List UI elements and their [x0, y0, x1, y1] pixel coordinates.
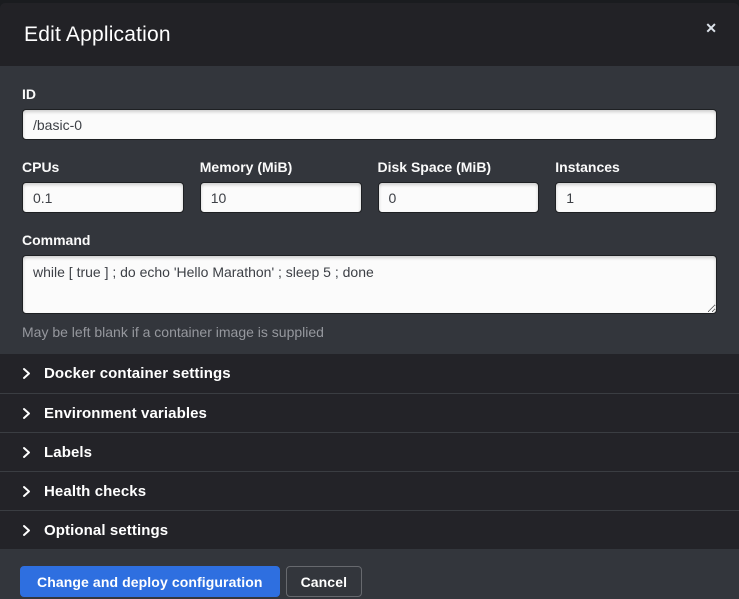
cpus-input[interactable] [22, 182, 184, 213]
id-field-group: ID [22, 86, 717, 140]
section-docker-container-settings[interactable]: Docker container settings [0, 354, 739, 393]
accordion-sections: Docker container settings Environment va… [0, 354, 739, 549]
close-icon[interactable]: ✕ [699, 17, 723, 39]
section-optional-settings[interactable]: Optional settings [0, 510, 739, 549]
chevron-right-icon [22, 485, 36, 498]
chevron-right-icon [22, 524, 36, 537]
command-help-text: May be left blank if a container image i… [22, 324, 717, 340]
memory-input[interactable] [200, 182, 362, 213]
application-form: ID CPUs Memory (MiB) Disk Space (MiB) In… [0, 66, 739, 354]
memory-label: Memory (MiB) [200, 159, 362, 175]
resources-row: CPUs Memory (MiB) Disk Space (MiB) Insta… [22, 159, 717, 213]
chevron-right-icon [22, 407, 36, 420]
command-field-group: Command while [ true ] ; do echo 'Hello … [22, 232, 717, 340]
section-label: Environment variables [44, 405, 207, 422]
section-environment-variables[interactable]: Environment variables [0, 393, 739, 432]
cpus-field-group: CPUs [22, 159, 184, 213]
command-textarea[interactable]: while [ true ] ; do echo 'Hello Marathon… [22, 255, 717, 314]
chevron-right-icon [22, 446, 36, 459]
modal-title: Edit Application [24, 23, 171, 47]
section-label: Docker container settings [44, 365, 231, 382]
cancel-button[interactable]: Cancel [286, 566, 363, 597]
instances-field-group: Instances [555, 159, 717, 213]
id-label: ID [22, 86, 717, 102]
disk-field-group: Disk Space (MiB) [378, 159, 540, 213]
instances-input[interactable] [555, 182, 717, 213]
section-health-checks[interactable]: Health checks [0, 471, 739, 510]
chevron-right-icon [22, 367, 36, 380]
disk-input[interactable] [378, 182, 540, 213]
section-label: Health checks [44, 483, 146, 500]
memory-field-group: Memory (MiB) [200, 159, 362, 213]
edit-application-modal: Edit Application ✕ ID CPUs Memory (MiB) … [0, 3, 739, 599]
change-and-deploy-button[interactable]: Change and deploy configuration [20, 566, 280, 597]
id-input[interactable] [22, 109, 717, 140]
disk-label: Disk Space (MiB) [378, 159, 540, 175]
instances-label: Instances [555, 159, 717, 175]
section-label: Labels [44, 444, 92, 461]
modal-header: Edit Application ✕ [0, 3, 739, 66]
modal-footer: Change and deploy configuration Cancel [0, 549, 739, 599]
command-label: Command [22, 232, 717, 248]
section-labels[interactable]: Labels [0, 432, 739, 471]
cpus-label: CPUs [22, 159, 184, 175]
section-label: Optional settings [44, 522, 168, 539]
